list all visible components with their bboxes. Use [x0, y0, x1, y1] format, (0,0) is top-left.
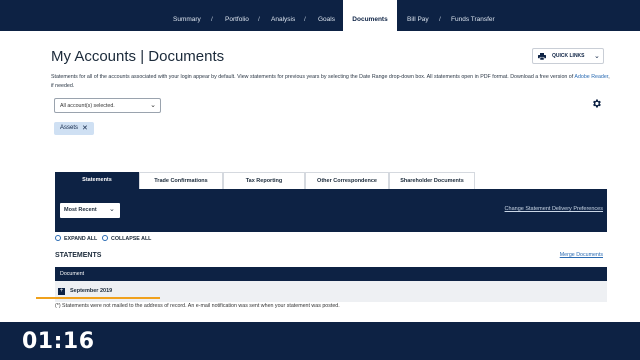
- chevron-down-icon: ⌄: [109, 206, 115, 213]
- merge-documents-link[interactable]: Merge Documents: [560, 252, 603, 258]
- tab-other-correspondence[interactable]: Other Correspondence: [305, 172, 389, 189]
- printer-icon: [538, 53, 546, 60]
- top-nav: Summary / Portfolio / Analysis / Goals D…: [0, 0, 640, 31]
- nav-separator: /: [211, 16, 213, 23]
- statements-filter-panel: Most Recent ⌄ Change Statement Delivery …: [55, 189, 607, 232]
- expand-all-button[interactable]: EXPAND ALL: [55, 234, 97, 242]
- video-timestamp-bar: 01:16: [0, 322, 640, 360]
- collapse-all-button[interactable]: COLLAPSE ALL: [102, 234, 151, 242]
- column-header-document: Document: [60, 271, 85, 277]
- date-range-select[interactable]: Most Recent ⌄: [60, 203, 120, 218]
- tab-trade-confirmations[interactable]: Trade Confirmations: [139, 172, 223, 189]
- plus-circle-icon: [55, 235, 61, 241]
- adobe-reader-link[interactable]: Adobe Reader: [574, 74, 608, 80]
- nav-bill-pay[interactable]: Bill Pay: [407, 0, 429, 31]
- expand-all-label: EXPAND ALL: [64, 236, 98, 242]
- collapse-all-label: COLLAPSE ALL: [111, 236, 152, 242]
- filter-chip-assets: Assets ✕: [54, 122, 94, 135]
- nav-summary[interactable]: Summary: [173, 0, 201, 31]
- table-header: Document: [55, 267, 607, 281]
- tab-tax-reporting[interactable]: Tax Reporting: [223, 172, 305, 189]
- chevron-down-icon: ⌄: [150, 102, 156, 109]
- statement-period: September 2019: [70, 288, 113, 294]
- account-select-value: All account(s) selected.: [60, 103, 115, 109]
- timestamp: 01:16: [22, 329, 95, 354]
- chip-label: Assets: [60, 125, 79, 131]
- footnote: (*) Statements were not mailed to the ad…: [55, 303, 340, 309]
- nav-documents[interactable]: Documents: [343, 0, 397, 31]
- tab-statements[interactable]: Statements: [55, 172, 139, 189]
- nav-separator: /: [304, 16, 306, 23]
- nav-analysis[interactable]: Analysis: [271, 0, 295, 31]
- page-description: Statements for all of the accounts assoc…: [51, 73, 611, 90]
- quick-links-button[interactable]: QUICK LINKS ⌄: [532, 48, 604, 64]
- account-select[interactable]: All account(s) selected. ⌄: [54, 98, 161, 113]
- quick-links-label: QUICK LINKS: [552, 53, 585, 59]
- date-range-value: Most Recent: [64, 207, 97, 213]
- chevron-down-icon: ⌄: [594, 53, 600, 60]
- minus-circle-icon: [102, 235, 108, 241]
- nav-goals[interactable]: Goals: [318, 0, 335, 31]
- page-title: My Accounts | Documents: [51, 48, 225, 65]
- change-delivery-preferences-link[interactable]: Change Statement Delivery Preferences: [505, 206, 603, 212]
- statements-heading: STATEMENTS: [55, 252, 102, 259]
- nav-portfolio[interactable]: Portfolio: [225, 0, 249, 31]
- nav-separator: /: [258, 16, 260, 23]
- gear-icon[interactable]: [591, 98, 602, 109]
- expand-icon[interactable]: +: [58, 288, 65, 295]
- nav-separator: /: [439, 16, 441, 23]
- close-icon[interactable]: ✕: [82, 124, 88, 132]
- highlight-underline: [36, 297, 160, 299]
- nav-funds-transfer[interactable]: Funds Transfer: [451, 0, 495, 31]
- tab-shareholder-documents[interactable]: Shareholder Documents: [389, 172, 475, 189]
- description-text: Statements for all of the accounts assoc…: [51, 74, 575, 80]
